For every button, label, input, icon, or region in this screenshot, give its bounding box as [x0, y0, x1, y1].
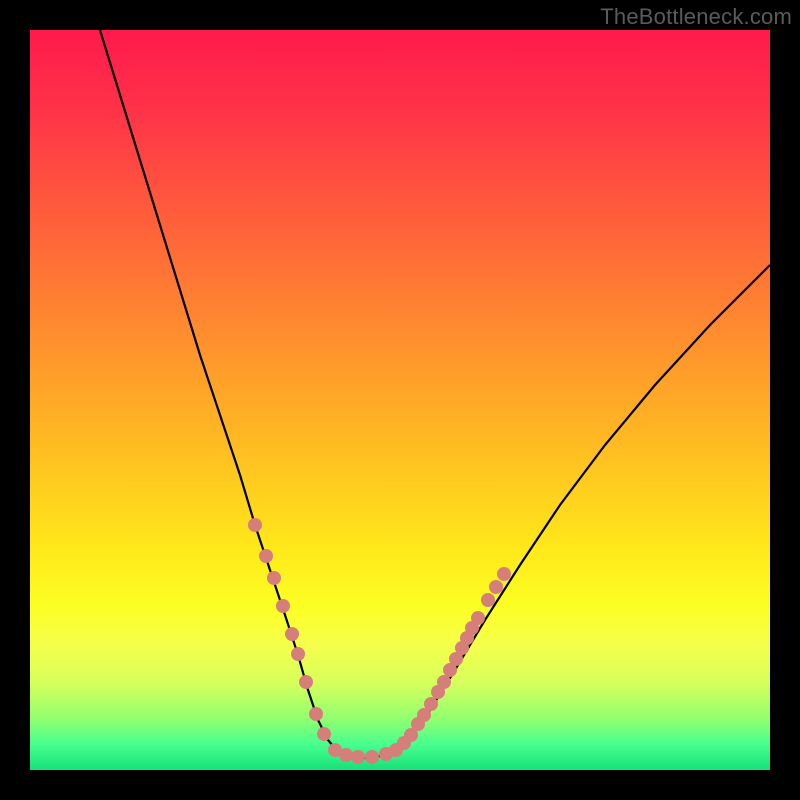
data-marker	[339, 748, 353, 762]
data-marker	[299, 675, 313, 689]
data-marker	[309, 707, 323, 721]
data-marker	[276, 599, 290, 613]
bottleneck-curve	[30, 30, 770, 770]
data-marker	[285, 627, 299, 641]
data-marker	[259, 549, 273, 563]
data-marker	[471, 611, 485, 625]
data-marker	[317, 727, 331, 741]
data-marker	[248, 518, 262, 532]
data-marker	[291, 647, 305, 661]
data-marker	[497, 567, 511, 581]
watermark-text: TheBottleneck.com	[600, 4, 792, 30]
data-marker	[267, 571, 281, 585]
data-marker	[489, 580, 503, 594]
data-marker	[437, 675, 451, 689]
data-marker	[424, 697, 438, 711]
data-marker	[351, 750, 365, 764]
data-marker	[365, 750, 379, 764]
data-marker	[481, 593, 495, 607]
chart-frame	[30, 30, 770, 770]
data-markers	[248, 518, 511, 764]
